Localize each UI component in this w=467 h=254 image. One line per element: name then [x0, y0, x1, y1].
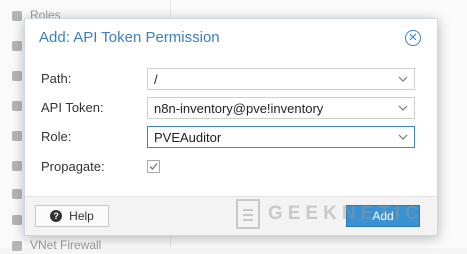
propagate-label: Propagate: — [41, 159, 105, 174]
role-label: Role: — [41, 129, 72, 144]
path-value: / — [154, 72, 158, 87]
propagate-row: Propagate: — [25, 156, 437, 180]
chevron-down-icon[interactable] — [397, 131, 409, 143]
api-token-value: n8n-inventory@pve!inventory — [154, 101, 324, 116]
path-row: Path: / — [25, 68, 437, 92]
help-button-label: Help — [69, 209, 94, 223]
add-button[interactable]: Add — [346, 205, 420, 227]
dialog-header: Add: API Token Permission ✕ — [25, 19, 437, 57]
api-token-row: API Token: n8n-inventory@pve!inventory — [25, 97, 437, 121]
chevron-down-icon[interactable] — [397, 102, 409, 114]
role-row: Role: PVEAuditor — [25, 126, 437, 150]
user-icon — [12, 10, 22, 21]
dialog-title: Add: API Token Permission — [39, 29, 220, 46]
dialog-footer: ? Help Add — [25, 196, 437, 235]
gear-icon — [12, 188, 22, 199]
add-api-token-permission-dialog: Add: API Token Permission ✕ Path: / API … — [24, 18, 438, 236]
checkmark-icon — [149, 163, 158, 170]
path-select[interactable]: / — [147, 68, 415, 90]
sitemap-icon — [12, 160, 22, 171]
add-button-label: Add — [372, 209, 394, 223]
api-token-label: API Token: — [41, 100, 104, 115]
chevron-down-icon[interactable] — [397, 73, 409, 85]
close-icon[interactable]: ✕ — [405, 30, 421, 46]
propagate-checkbox[interactable] — [147, 160, 160, 173]
heartbeat-icon — [12, 70, 22, 81]
role-select[interactable]: PVEAuditor — [147, 126, 415, 148]
sidebar-item-vnet-firewall[interactable]: VNet Firewall — [12, 236, 101, 254]
sliders-icon — [12, 214, 22, 225]
path-label: Path: — [41, 71, 72, 86]
firewall-icon — [12, 240, 22, 251]
help-button[interactable]: ? Help — [35, 205, 109, 227]
id-card-icon — [12, 40, 22, 51]
api-token-select[interactable]: n8n-inventory@pve!inventory — [147, 97, 415, 119]
role-value: PVEAuditor — [154, 130, 222, 145]
grid-icon — [12, 130, 22, 141]
network-icon — [12, 100, 22, 111]
help-icon: ? — [50, 209, 63, 222]
